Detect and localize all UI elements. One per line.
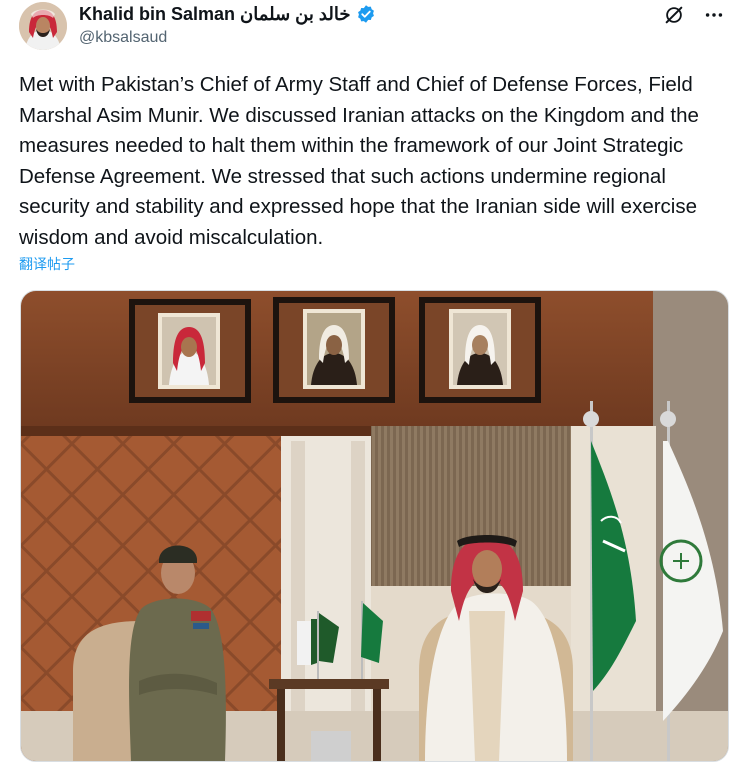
tweet-photo[interactable] — [20, 290, 729, 762]
tweet-actions-top — [663, 4, 725, 26]
grok-icon[interactable] — [663, 4, 685, 26]
more-icon[interactable] — [703, 4, 725, 26]
avatar[interactable] — [19, 2, 67, 50]
author-display-name[interactable]: Khalid bin Salman خالد بن سلمان — [79, 4, 350, 25]
portrait-frames — [129, 297, 541, 403]
author-name-row: Khalid bin Salman خالد بن سلمان — [79, 2, 376, 26]
tweet-text: Met with Pakistan’s Chief of Army Staff … — [19, 73, 699, 249]
author-handle[interactable]: @kbsalsaud — [79, 29, 167, 47]
verified-badge-icon[interactable] — [356, 4, 376, 24]
meeting-photo — [21, 291, 728, 761]
translate-post-link[interactable]: 翻译帖子 — [19, 254, 75, 274]
avatar-image — [19, 2, 67, 50]
